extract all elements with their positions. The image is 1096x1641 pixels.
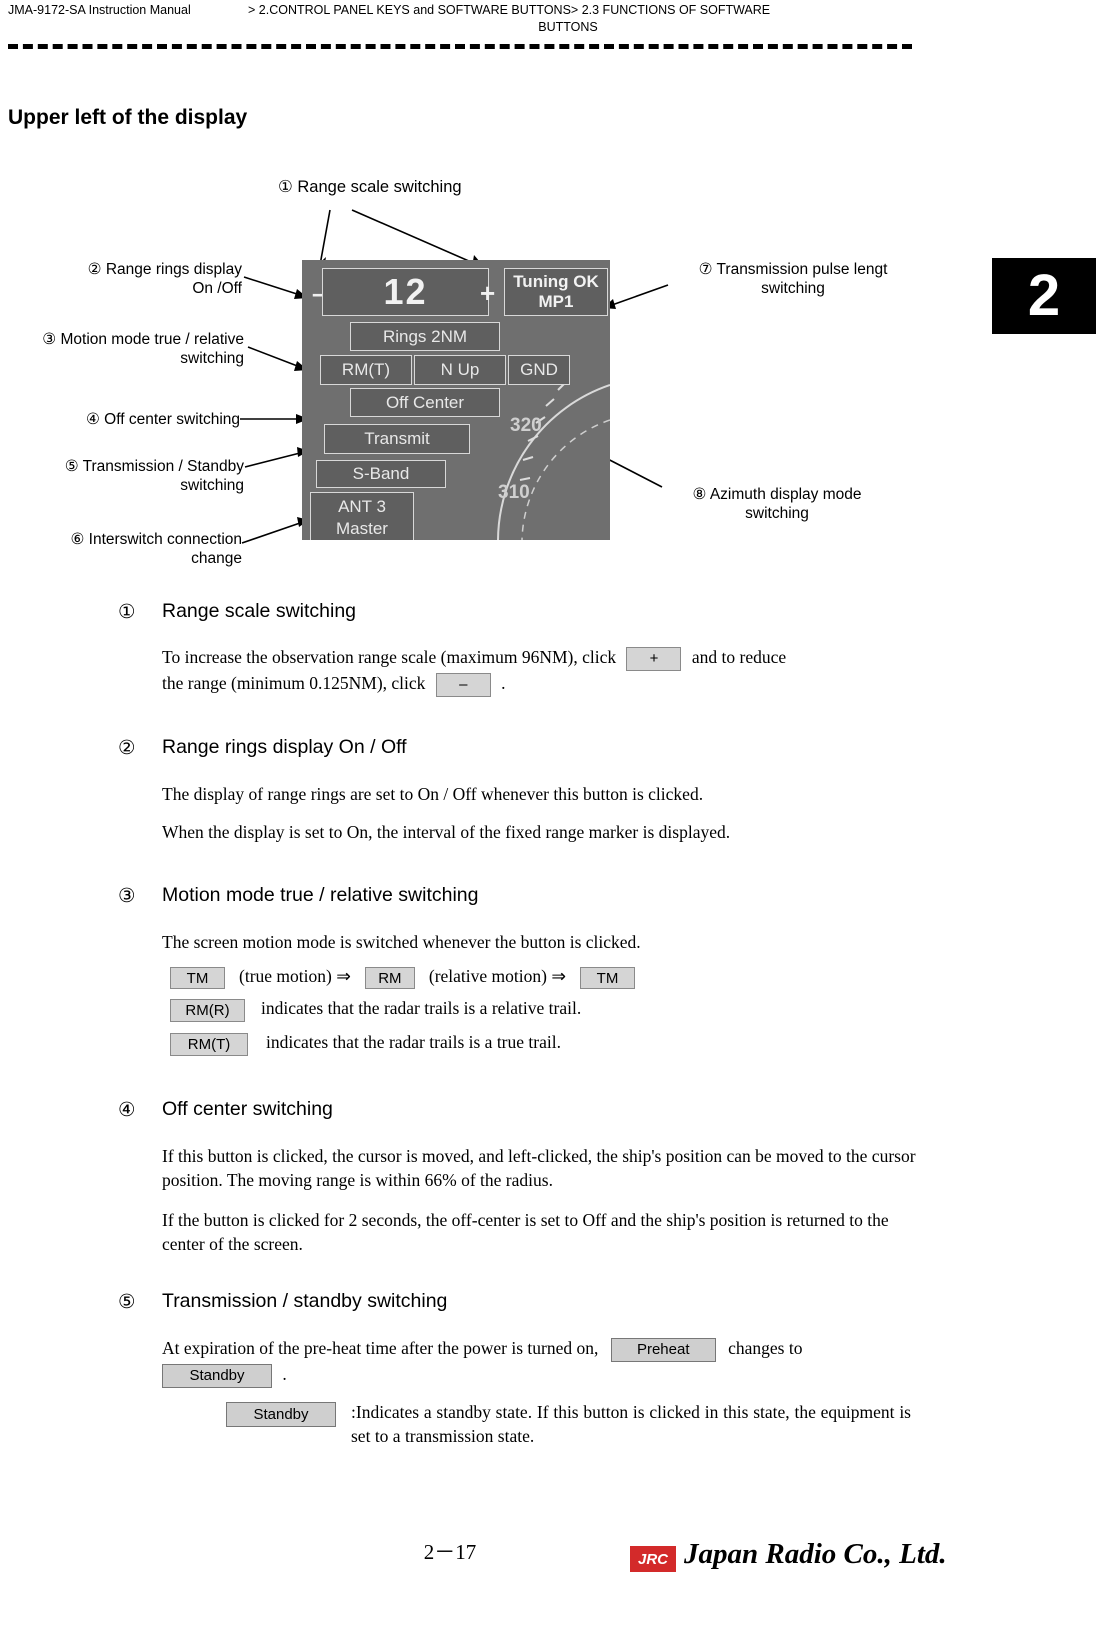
item-3-mode-row-1: TM (true motion) ⇒ RM (relative motion) … <box>170 964 990 990</box>
header-manual-title: JMA-9172-SA Instruction Manual <box>8 3 191 17</box>
motion-mode-button[interactable]: RM(T) <box>320 355 412 385</box>
item-1-text-b: and to reduce <box>691 647 787 667</box>
interswitch-ant: ANT 3 <box>338 497 386 516</box>
transmit-button[interactable]: Transmit <box>324 424 470 454</box>
item-4-paragraph-2: If the button is clicked for 2 seconds, … <box>162 1210 889 1254</box>
item-1-heading: Range scale switching <box>162 600 357 622</box>
true-motion-text: (true motion) ⇒ <box>239 966 351 986</box>
tm-button-inline[interactable]: TM <box>170 967 225 990</box>
figure-label-6: ⑥ Interswitch connection change <box>70 531 242 567</box>
standby-button-inline[interactable]: Standby <box>162 1363 272 1388</box>
item-5-text-b: changes to <box>728 1338 803 1358</box>
figure-label-2: ② Range rings display On /Off <box>87 261 242 297</box>
item-3-mode-row-2: RM(R) indicates that the radar trails is… <box>170 996 990 1022</box>
page-title: Upper left of the display <box>8 106 248 129</box>
figure-label-8: ⑧ Azimuth display mode switching <box>692 486 862 522</box>
plus-button-inline[interactable]: + <box>626 646 682 671</box>
band-button[interactable]: S-Band <box>316 460 446 488</box>
standby-description: :Indicates a standby state. If this butt… <box>351 1402 911 1446</box>
page-header: JMA-9172-SA Instruction Manual > 2.CONTR… <box>0 0 1096 46</box>
item-5-standby-note: Standby :Indicates a standby state. If t… <box>226 1400 1006 1448</box>
rmr-button-inline[interactable]: RM(R) <box>170 998 245 1022</box>
rm-button-inline[interactable]: RM <box>364 967 415 990</box>
rmt-description: indicates that the radar trails is a tru… <box>266 1032 561 1052</box>
item-5-heading: Transmission / standby switching <box>162 1290 448 1312</box>
standby-button-inline-2[interactable]: Standby <box>226 1402 336 1427</box>
tuning-indicator[interactable]: Tuning OK MP1 <box>504 268 608 316</box>
relative-motion-text: (relative motion) ⇒ <box>428 966 566 986</box>
item-5-text-c: . <box>282 1363 287 1384</box>
item-3-paragraph-1: The screen motion mode is switched whene… <box>162 932 641 952</box>
item-1-text-a: To increase the observation range scale … <box>162 647 617 667</box>
figure-label-3: ③ Motion mode true / relative switching <box>42 331 244 367</box>
breadcrumb-sep-2: > <box>570 3 579 17</box>
item-4-heading: Off center switching <box>162 1098 333 1120</box>
figure-upper-left-display: ① Range scale switching ② Range rings di… <box>0 165 960 590</box>
figure-label-7: ⑦ Transmission pulse lengt switching <box>698 261 888 297</box>
tm-button-inline-2[interactable]: TM <box>580 967 635 990</box>
off-center-button[interactable]: Off Center <box>350 388 500 417</box>
header-divider <box>8 44 912 49</box>
item-3-heading: Motion mode true / relative switching <box>162 884 479 906</box>
item-2-paragraph-2: When the display is set to On, the inter… <box>162 822 731 842</box>
figure-label-5: ⑤ Transmission / Standby switching <box>64 458 244 494</box>
minus-button-inline[interactable]: – <box>435 672 491 697</box>
range-increase-button[interactable]: + <box>480 278 495 309</box>
item-3-number: ③ <box>118 885 136 907</box>
preheat-button-inline[interactable]: Preheat <box>610 1337 716 1362</box>
item-1-text-c: the range (minimum 0.125NM), click <box>162 672 426 693</box>
breadcrumb-part-3: BUTTONS <box>538 20 598 34</box>
pulse-length-value: MP1 <box>538 292 574 311</box>
breadcrumb-part-1: 2.CONTROL PANEL KEYS and SOFTWARE BUTTON… <box>258 3 571 17</box>
figure-label-4: ④ Off center switching <box>85 411 240 428</box>
item-1-number: ① <box>118 601 136 623</box>
bearing-label-310: 310 <box>498 482 530 503</box>
breadcrumb-part-2: 2.3 FUNCTIONS OF SOFTWARE <box>581 3 771 17</box>
item-5-number: ⑤ <box>118 1291 136 1313</box>
interswitch-button[interactable]: ANT 3 Master <box>310 492 414 540</box>
range-rings-button[interactable]: Rings 2NM <box>350 322 500 351</box>
bearing-label-320: 320 <box>510 415 542 436</box>
tuning-status: Tuning OK <box>513 272 599 291</box>
item-2-paragraph-1: The display of range rings are set to On… <box>162 784 704 804</box>
breadcrumb-sep-1: > <box>248 3 256 17</box>
range-value-display[interactable]: 12 <box>322 268 489 316</box>
radar-panel: – 12 + Tuning OK MP1 Rings 2NM RM(T) N U… <box>302 260 610 540</box>
chapter-tab: 2 <box>992 258 1096 334</box>
stabilization-button[interactable]: GND <box>508 355 570 385</box>
rmr-description: indicates that the radar trails is a rel… <box>261 998 582 1018</box>
chapter-number: 2 <box>1027 263 1061 328</box>
interswitch-master: Master <box>336 519 388 538</box>
azimuth-mode-button[interactable]: N Up <box>414 355 506 385</box>
jrc-logo: JRC <box>630 1546 676 1572</box>
item-3-mode-row-3: RM(T) indicates that the radar trails is… <box>170 1030 990 1056</box>
item-2-heading: Range rings display On / Off <box>162 736 407 758</box>
rmt-button-inline[interactable]: RM(T) <box>170 1032 248 1056</box>
item-5-text-a: At expiration of the pre-heat time after… <box>162 1338 599 1358</box>
item-2-number: ② <box>118 737 136 759</box>
company-name: Japan Radio Co., Ltd. <box>684 1538 947 1570</box>
item-4-number: ④ <box>118 1099 136 1121</box>
item-4-paragraph-1: If this button is clicked, the cursor is… <box>162 1146 916 1190</box>
item-1-text-d: . <box>501 672 506 693</box>
header-breadcrumb: > 2.CONTROL PANEL KEYS and SOFTWARE BUTT… <box>248 3 888 17</box>
